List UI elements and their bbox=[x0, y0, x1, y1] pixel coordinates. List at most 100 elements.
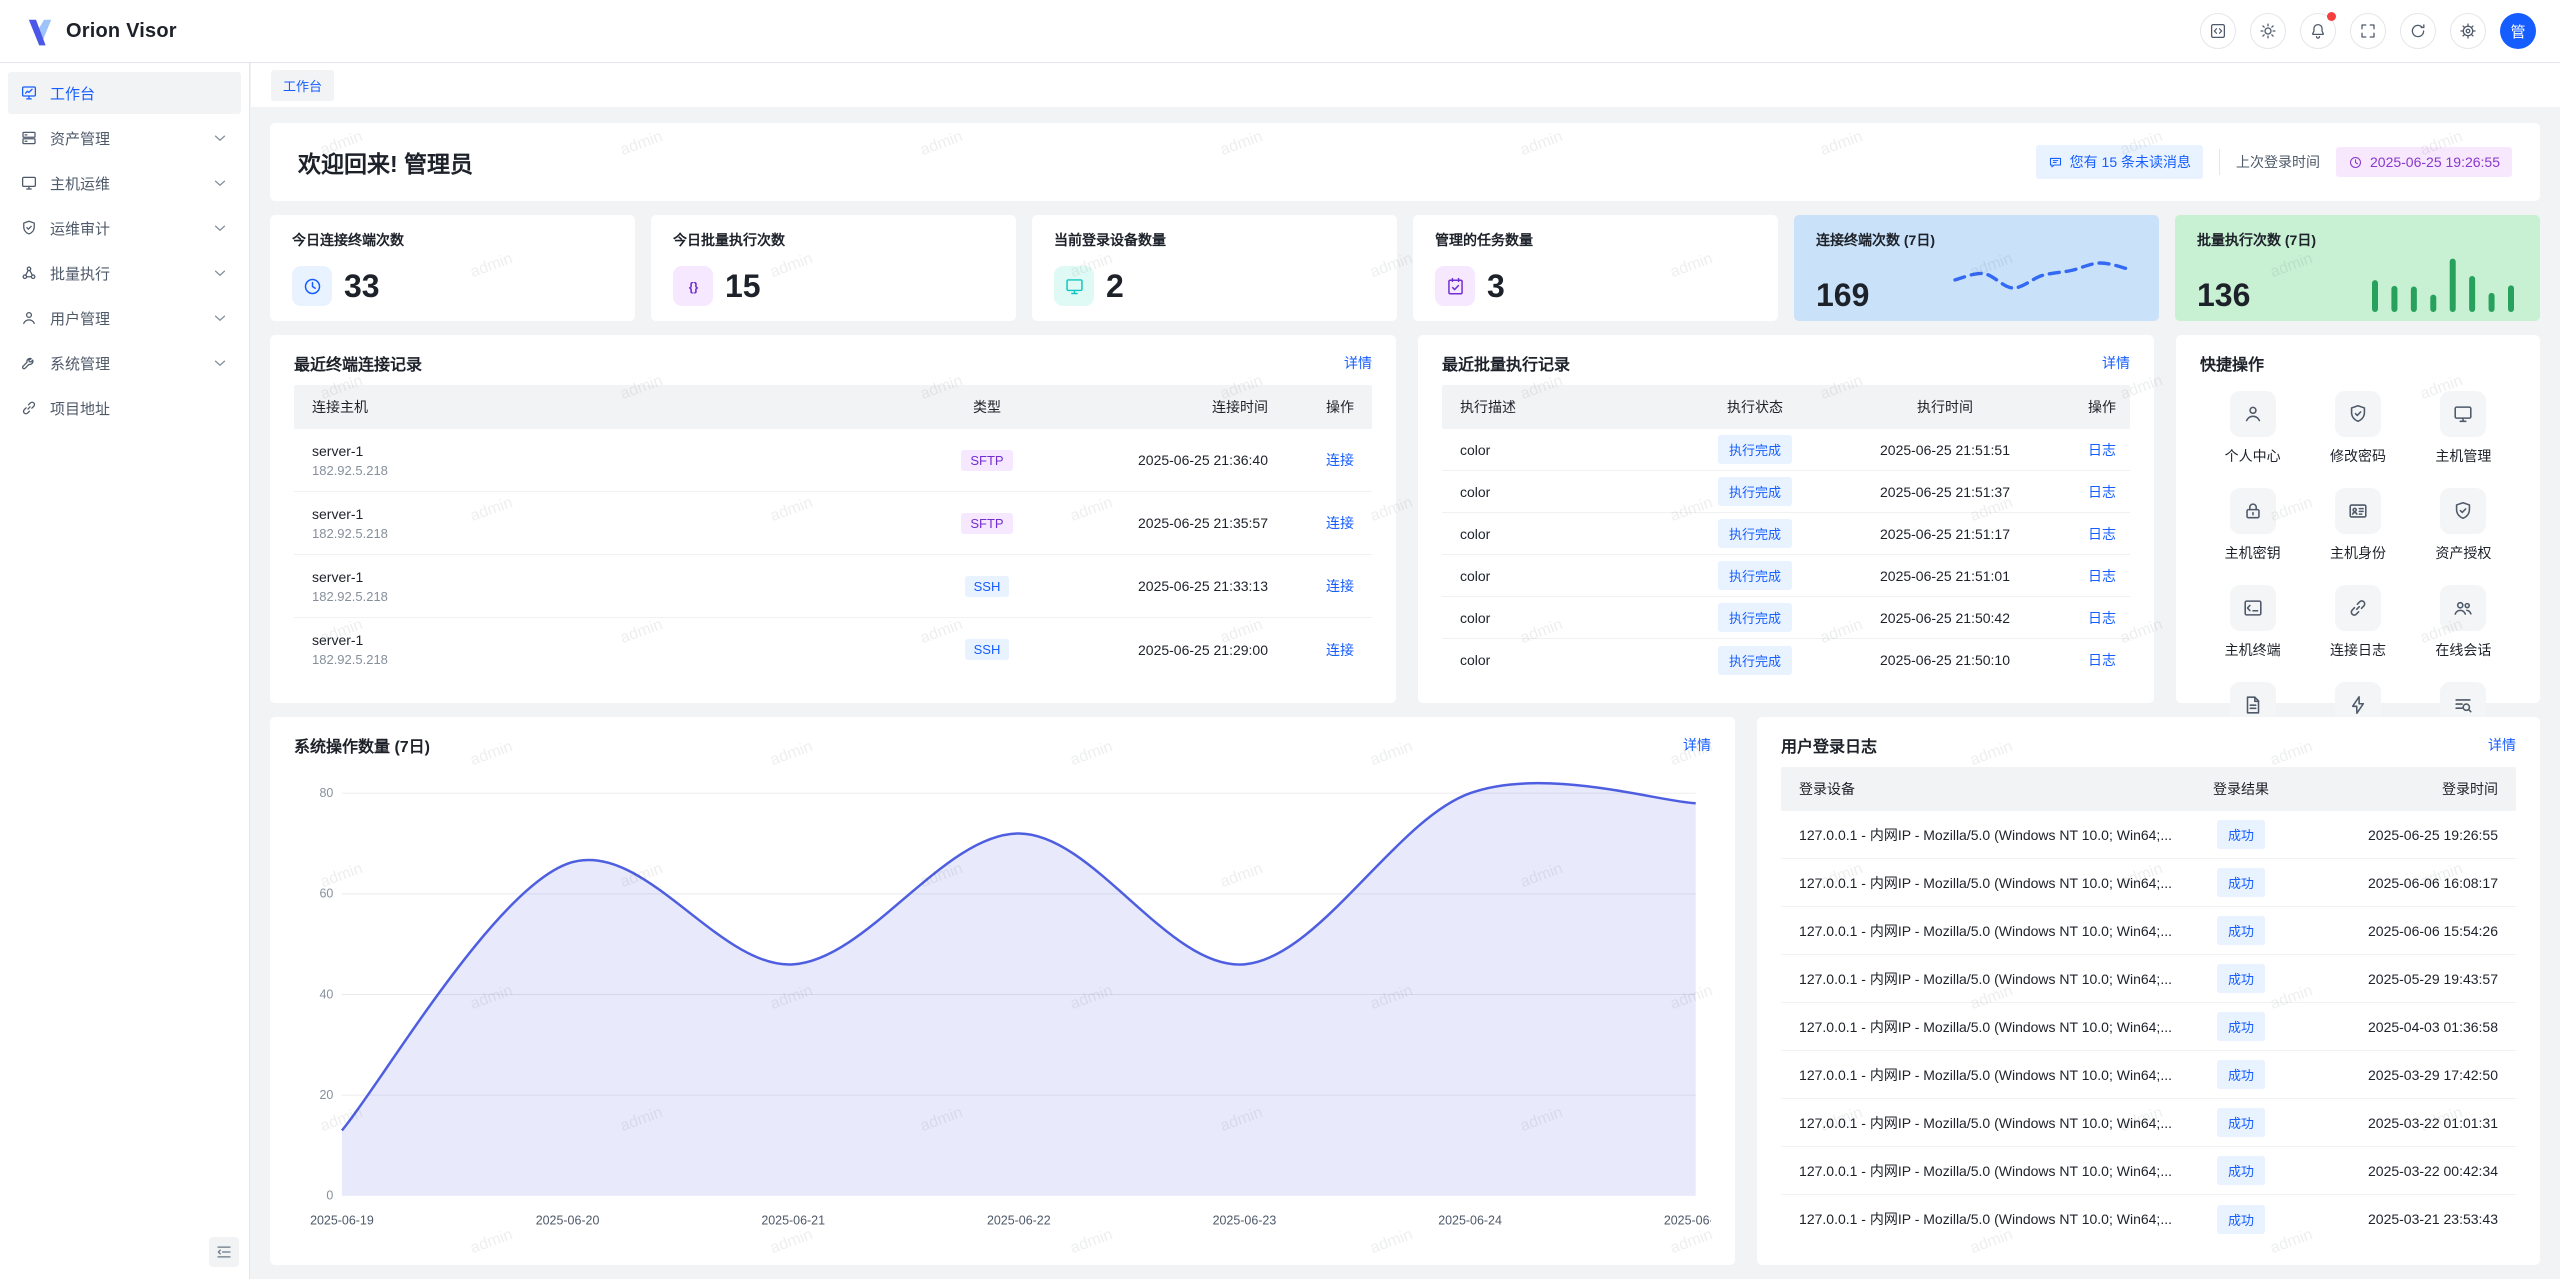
quick-action-4[interactable]: 主机身份 bbox=[2305, 488, 2410, 563]
unread-messages-badge[interactable]: 您有 15 条未读消息 bbox=[2036, 145, 2203, 179]
chevron-down-icon bbox=[211, 174, 229, 192]
batch-detail-link[interactable]: 详情 bbox=[2102, 353, 2130, 373]
quick-action-7[interactable]: 连接日志 bbox=[2305, 585, 2410, 660]
col-time: 执行时间 bbox=[1830, 397, 2060, 417]
table-row: 127.0.0.1 - 内网IP - Mozilla/5.0 (Windows … bbox=[1781, 1195, 2516, 1243]
log-link[interactable]: 日志 bbox=[2088, 526, 2116, 542]
log-link[interactable]: 日志 bbox=[2088, 484, 2116, 500]
login-time: 2025-05-29 19:43:57 bbox=[2296, 971, 2516, 987]
link-icon bbox=[2335, 585, 2381, 631]
stat-value: 15 bbox=[725, 268, 761, 305]
table-row: server-1182.92.5.218 SSH 2025-06-25 21:3… bbox=[294, 555, 1372, 618]
exec-time: 2025-06-25 21:51:17 bbox=[1830, 526, 2060, 542]
connect-time: 2025-06-25 21:29:00 bbox=[1052, 642, 1282, 658]
sidebar-collapse-button[interactable] bbox=[209, 1237, 239, 1267]
clock-icon bbox=[292, 266, 332, 306]
sidebar-item-audit[interactable]: 运维审计 bbox=[8, 207, 241, 249]
login-device: 127.0.0.1 - 内网IP - Mozilla/5.0 (Windows … bbox=[1781, 1017, 2186, 1037]
connect-link[interactable]: 连接 bbox=[1326, 515, 1354, 531]
breadcrumb-item-workbench[interactable]: 工作台 bbox=[271, 70, 334, 101]
exec-desc: color bbox=[1442, 568, 1680, 584]
task-icon bbox=[1435, 266, 1475, 306]
host-name: server-1 bbox=[312, 569, 908, 585]
quick-action-label: 主机管理 bbox=[2435, 446, 2491, 466]
quick-action-3[interactable]: 主机密钥 bbox=[2200, 488, 2305, 563]
sidebar-item-batch-exec[interactable]: 批量执行 bbox=[8, 252, 241, 294]
app-title: Orion Visor bbox=[66, 20, 177, 43]
sidebar-item-label: 系统管理 bbox=[50, 353, 110, 374]
main-content: 欢迎回来! 管理员 您有 15 条未读消息 上次登录时间 2025-06-25 … bbox=[250, 107, 2560, 1279]
table-row: color 执行完成 2025-06-25 21:51:37 日志 bbox=[1442, 471, 2130, 513]
chevron-down-icon bbox=[211, 264, 229, 282]
log-link[interactable]: 日志 bbox=[2088, 610, 2116, 626]
login-device: 127.0.0.1 - 内网IP - Mozilla/5.0 (Windows … bbox=[1781, 1161, 2186, 1181]
menu-fold-icon bbox=[215, 1243, 233, 1261]
col-action: 操作 bbox=[2060, 397, 2130, 417]
sidebar-item-project-url[interactable]: 项目地址 bbox=[8, 387, 241, 429]
status-badge: 执行完成 bbox=[1718, 561, 1792, 590]
sidebar-item-assets[interactable]: 资产管理 bbox=[8, 117, 241, 159]
login-time: 2025-03-22 00:42:34 bbox=[2296, 1163, 2516, 1179]
log-link[interactable]: 日志 bbox=[2088, 652, 2116, 668]
login-rows: 127.0.0.1 - 内网IP - Mozilla/5.0 (Windows … bbox=[1781, 811, 2516, 1243]
connect-link[interactable]: 连接 bbox=[1326, 452, 1354, 468]
settings-button[interactable] bbox=[2450, 13, 2486, 49]
table-row: server-1182.92.5.218 SSH 2025-06-25 21:2… bbox=[294, 618, 1372, 681]
notifications-button[interactable] bbox=[2300, 13, 2336, 49]
svg-text:0: 0 bbox=[326, 1189, 333, 1203]
quick-action-0[interactable]: 个人中心 bbox=[2200, 391, 2305, 466]
stat-label: 当前登录设备数量 bbox=[1054, 230, 1375, 250]
quick-action-label: 资产授权 bbox=[2435, 543, 2491, 563]
divider bbox=[2219, 149, 2220, 175]
sidebar-item-host-ops[interactable]: 主机运维 bbox=[8, 162, 241, 204]
exec-time: 2025-06-25 21:51:37 bbox=[1830, 484, 2060, 500]
table-row: color 执行完成 2025-06-25 21:51:01 日志 bbox=[1442, 555, 2130, 597]
type-badge: SFTP bbox=[961, 450, 1012, 471]
quick-action-label: 修改密码 bbox=[2330, 446, 2386, 466]
connect-link[interactable]: 连接 bbox=[1326, 578, 1354, 594]
type-badge: SSH bbox=[965, 576, 1010, 597]
quick-action-8[interactable]: 在线会话 bbox=[2411, 585, 2516, 660]
log-link[interactable]: 日志 bbox=[2088, 442, 2116, 458]
quick-action-6[interactable]: 主机终端 bbox=[2200, 585, 2305, 660]
status-badge: 执行完成 bbox=[1718, 435, 1792, 464]
notification-dot bbox=[2327, 12, 2336, 21]
monitor-icon bbox=[2440, 391, 2486, 437]
table-row: 127.0.0.1 - 内网IP - Mozilla/5.0 (Windows … bbox=[1781, 1003, 2516, 1051]
type-badge: SSH bbox=[965, 639, 1010, 660]
sidebar: 工作台 资产管理 主机运维 运维审计 批量执行 用户管理 bbox=[0, 63, 250, 1279]
login-detail-link[interactable]: 详情 bbox=[2488, 735, 2516, 755]
table-row: color 执行完成 2025-06-25 21:51:17 日志 bbox=[1442, 513, 2130, 555]
quick-action-5[interactable]: 资产授权 bbox=[2411, 488, 2516, 563]
shield-check-icon bbox=[2335, 391, 2381, 437]
table-row: server-1182.92.5.218 SFTP 2025-06-25 21:… bbox=[294, 492, 1372, 555]
table-row: 127.0.0.1 - 内网IP - Mozilla/5.0 (Windows … bbox=[1781, 1099, 2516, 1147]
terminal-detail-link[interactable]: 详情 bbox=[1344, 353, 1372, 373]
result-badge: 成功 bbox=[2217, 916, 2265, 945]
sidebar-item-workbench[interactable]: 工作台 bbox=[8, 72, 241, 114]
result-badge: 成功 bbox=[2217, 820, 2265, 849]
top-header: Orion Visor 管 bbox=[0, 0, 2560, 63]
last-login-time-badge: 2025-06-25 19:26:55 bbox=[2336, 147, 2512, 177]
id-card-icon bbox=[2335, 488, 2381, 534]
table-row: 127.0.0.1 - 内网IP - Mozilla/5.0 (Windows … bbox=[1781, 859, 2516, 907]
refresh-button[interactable] bbox=[2400, 13, 2436, 49]
log-link[interactable]: 日志 bbox=[2088, 568, 2116, 584]
avatar[interactable]: 管 bbox=[2500, 13, 2536, 49]
chart-detail-link[interactable]: 详情 bbox=[1683, 735, 1711, 755]
message-icon bbox=[2048, 155, 2063, 170]
quick-action-1[interactable]: 修改密码 bbox=[2305, 391, 2410, 466]
quick-action-2[interactable]: 主机管理 bbox=[2411, 391, 2516, 466]
login-time: 2025-03-22 01:01:31 bbox=[2296, 1115, 2516, 1131]
host-ip: 182.92.5.218 bbox=[312, 589, 908, 604]
connect-link[interactable]: 连接 bbox=[1326, 642, 1354, 658]
theme-button[interactable] bbox=[2250, 13, 2286, 49]
sidebar-item-system-mgmt[interactable]: 系统管理 bbox=[8, 342, 241, 384]
clock-icon bbox=[2348, 155, 2363, 170]
panel-title: 快捷操作 bbox=[2200, 351, 2264, 375]
chevron-down-icon bbox=[211, 309, 229, 327]
sidebar-item-user-mgmt[interactable]: 用户管理 bbox=[8, 297, 241, 339]
fullscreen-button[interactable] bbox=[2350, 13, 2386, 49]
shield-check-icon bbox=[2440, 488, 2486, 534]
code-square-button[interactable] bbox=[2200, 13, 2236, 49]
